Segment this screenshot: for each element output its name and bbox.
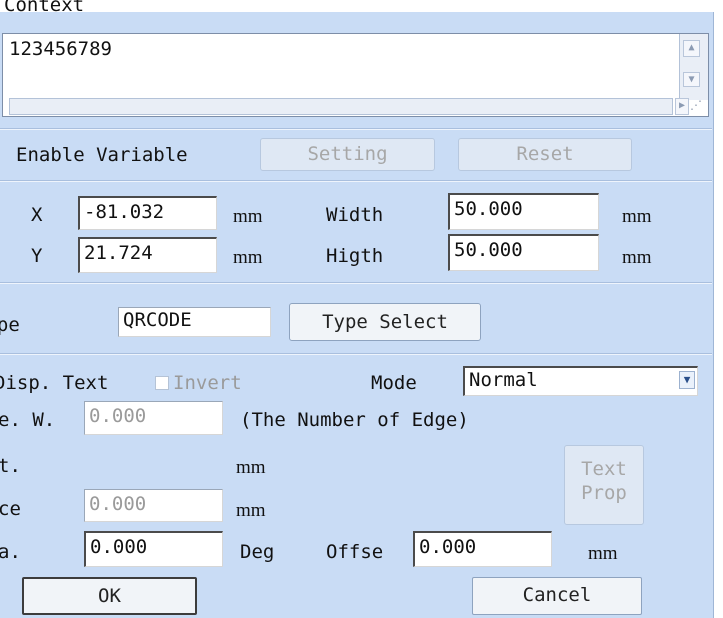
height-unit: mm: [622, 247, 652, 268]
mode-label: Mode: [371, 372, 417, 394]
scroll-right-icon[interactable]: ▶: [675, 98, 689, 115]
invert-checkbox[interactable]: [155, 376, 169, 390]
edge-note: (The Number of Edge): [240, 409, 469, 431]
type-select-button[interactable]: Type Select: [289, 303, 481, 341]
angle-label: a.: [0, 541, 21, 563]
width-label: Width: [326, 204, 384, 226]
offset-field[interactable]: 0.000: [413, 531, 552, 567]
x-label: X: [31, 204, 43, 226]
type-field: QRCODE: [118, 307, 271, 337]
offset-label: Offse: [326, 541, 384, 563]
space-label: ce: [0, 498, 21, 520]
width-unit: mm: [622, 206, 652, 227]
enable-variable-label: Enable Variable: [16, 144, 188, 166]
context-label: Context: [4, 0, 85, 16]
offset-unit: mm: [588, 543, 618, 564]
divider: [0, 353, 712, 355]
space-unit: mm: [236, 500, 266, 521]
x-unit: mm: [233, 206, 263, 227]
setting-button[interactable]: Setting: [260, 138, 435, 171]
edge-field[interactable]: 0.000: [84, 401, 223, 435]
context-textarea[interactable]: 123456789 ▲ ▼ ▶ ⋰: [2, 33, 709, 117]
angle-field[interactable]: 0.000: [84, 531, 223, 567]
y-label: Y: [31, 245, 43, 267]
horizontal-scrollbar[interactable]: [9, 98, 673, 115]
x-field[interactable]: -81.032: [78, 196, 217, 230]
divider: [0, 128, 712, 130]
resize-grip-icon: ⋰: [690, 98, 702, 112]
context-text-value: 123456789: [9, 38, 112, 60]
scroll-up-icon[interactable]: ▲: [683, 40, 700, 57]
height-option-label: t.: [0, 455, 21, 477]
text-prop-button[interactable]: Text Prop: [564, 445, 644, 525]
space-field[interactable]: 0.000: [84, 489, 223, 522]
disp-text-label: Disp. Text: [0, 372, 109, 394]
type-label: Type: [0, 314, 20, 336]
width-field[interactable]: 50.000: [448, 193, 599, 230]
y-unit: mm: [233, 247, 263, 268]
divider: [0, 180, 712, 182]
angle-unit: Deg: [240, 541, 275, 563]
mode-select[interactable]: Normal: [463, 366, 698, 396]
divider: [0, 282, 712, 284]
height-label: Higth: [326, 245, 384, 267]
mode-value: Normal: [469, 369, 538, 391]
invert-label: Invert: [173, 372, 242, 394]
height-option-unit: mm: [236, 457, 266, 478]
y-field[interactable]: 21.724: [78, 237, 217, 273]
chevron-down-icon[interactable]: ▼: [679, 371, 695, 389]
text-prop-line2: Prop: [581, 482, 627, 504]
height-field[interactable]: 50.000: [448, 234, 599, 271]
cancel-button[interactable]: Cancel: [472, 577, 642, 615]
text-prop-line1: Text: [581, 458, 627, 480]
edge-label: e. W.: [0, 409, 56, 431]
scroll-down-icon[interactable]: ▼: [683, 72, 700, 87]
reset-button[interactable]: Reset: [458, 138, 632, 171]
ok-button[interactable]: OK: [22, 577, 197, 615]
